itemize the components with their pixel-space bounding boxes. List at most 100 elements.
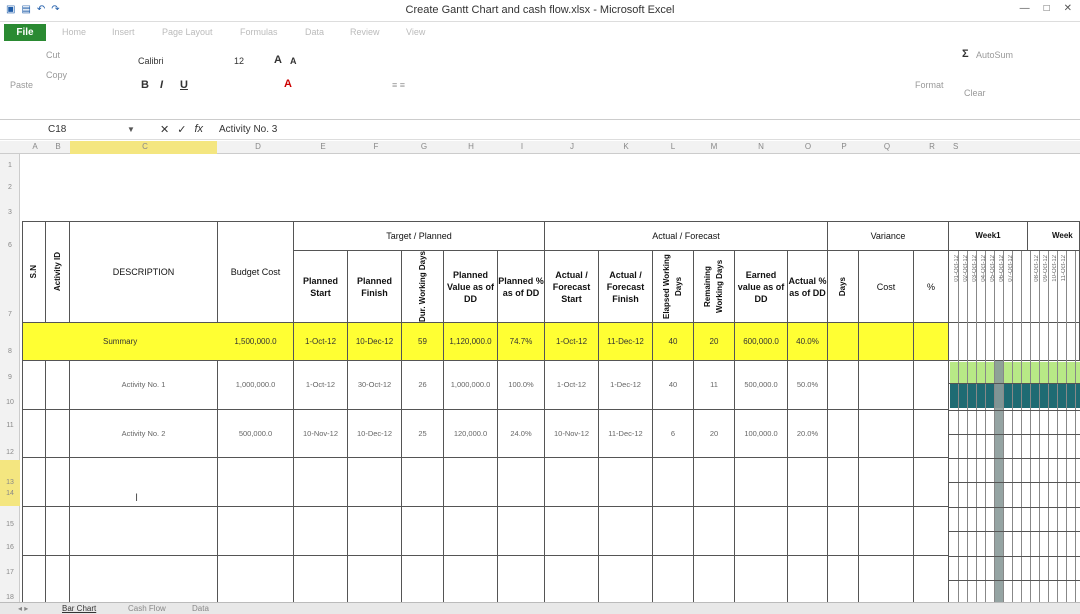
empty-cell[interactable] xyxy=(70,507,218,556)
summary-elapsed[interactable]: 40 xyxy=(653,323,694,361)
empty-cell[interactable] xyxy=(599,507,653,556)
act2-var-days[interactable] xyxy=(828,410,859,458)
empty-cell[interactable] xyxy=(735,507,788,556)
row-header-7[interactable]: 7 xyxy=(0,311,20,318)
empty-cell[interactable] xyxy=(402,507,444,556)
empty-cell[interactable] xyxy=(348,556,402,604)
cancel-icon[interactable]: ✕ xyxy=(160,123,169,136)
act2-remaining[interactable]: 20 xyxy=(694,410,735,458)
header-actual-finish[interactable]: Actual / Forecast Finish xyxy=(599,251,653,323)
tab-insert[interactable]: Insert xyxy=(112,27,135,37)
tab-file[interactable]: File xyxy=(4,24,46,41)
empty-cell[interactable] xyxy=(828,556,859,604)
act1-planned-value[interactable]: 1,000,000.0 xyxy=(444,361,498,410)
format-button[interactable]: Format xyxy=(915,80,944,90)
header-actual-start[interactable]: Actual / Forecast Start xyxy=(545,251,599,323)
empty-cell[interactable] xyxy=(694,458,735,507)
act2-actual-pct[interactable]: 20.0% xyxy=(788,410,828,458)
header-elapsed-days[interactable]: Elapsed Working Days xyxy=(653,251,694,323)
summary-gantt[interactable] xyxy=(949,323,1080,361)
col-header-j[interactable]: J xyxy=(562,142,582,151)
sheet-tab-cash-flow[interactable]: Cash Flow xyxy=(128,604,166,613)
empty-cell[interactable] xyxy=(402,556,444,604)
act2-planned-value[interactable]: 120,000.0 xyxy=(444,410,498,458)
act2-earned[interactable]: 100,000.0 xyxy=(735,410,788,458)
header-week-1[interactable]: Week1 xyxy=(949,222,1028,251)
empty-cell[interactable] xyxy=(294,507,348,556)
empty-cell[interactable] xyxy=(46,507,70,556)
header-variance[interactable]: Variance xyxy=(828,222,949,251)
act2-budget[interactable]: 500,000.0 xyxy=(218,410,294,458)
maximize-icon[interactable]: □ xyxy=(1044,3,1050,14)
minimize-icon[interactable]: — xyxy=(1020,3,1030,14)
summary-planned-start[interactable]: 1-Oct-12 xyxy=(294,323,348,361)
col-header-t-onward[interactable]: S xyxy=(953,142,1080,151)
col-header-b[interactable]: B xyxy=(53,142,63,151)
sheet-nav-icon[interactable]: ◂ ▸ xyxy=(18,604,28,613)
summary-planned-pct[interactable]: 74.7% xyxy=(498,323,545,361)
row-header-9[interactable]: 9 xyxy=(0,374,20,381)
act2-planned-pct[interactable]: 24.0% xyxy=(498,410,545,458)
bold-button[interactable]: B xyxy=(141,79,149,91)
col-header-k[interactable]: K xyxy=(616,142,636,151)
empty-cell[interactable] xyxy=(46,458,70,507)
empty-cell[interactable] xyxy=(914,556,949,604)
sheet-tab-data[interactable]: Data xyxy=(192,604,209,613)
empty-cell[interactable] xyxy=(545,507,599,556)
act1-planned-start[interactable]: 1-Oct-12 xyxy=(294,361,348,410)
empty-cell[interactable] xyxy=(914,458,949,507)
empty-cell[interactable] xyxy=(46,556,70,604)
summary-actual-start[interactable]: 1-Oct-12 xyxy=(545,323,599,361)
act1-actual-start[interactable]: 1-Oct-12 xyxy=(545,361,599,410)
act1-var-days[interactable] xyxy=(828,361,859,410)
act1-budget[interactable]: 1,000,000.0 xyxy=(218,361,294,410)
empty-cell[interactable] xyxy=(545,458,599,507)
act1-elapsed[interactable]: 40 xyxy=(653,361,694,410)
clear-button[interactable]: Clear xyxy=(964,88,986,98)
act2-planned-finish[interactable]: 10-Dec-12 xyxy=(348,410,402,458)
act1-var-pct[interactable] xyxy=(914,361,949,410)
underline-button[interactable]: U xyxy=(180,79,188,91)
act1-planned-pct[interactable]: 100.0% xyxy=(498,361,545,410)
summary-var-days[interactable] xyxy=(828,323,859,361)
empty-cell[interactable] xyxy=(859,507,914,556)
row-header-10[interactable]: 10 xyxy=(0,399,20,406)
autosum-button[interactable]: AutoSum xyxy=(976,50,1013,60)
header-actual-forecast[interactable]: Actual / Forecast xyxy=(545,222,828,251)
col-header-q[interactable]: Q xyxy=(877,142,897,151)
gantt-planned-bar[interactable] xyxy=(950,362,1080,383)
act1-desc[interactable]: Activity No. 1 xyxy=(70,361,218,410)
header-target-planned[interactable]: Target / Planned xyxy=(294,222,545,251)
empty-cell[interactable] xyxy=(70,556,218,604)
header-var-days[interactable]: Days xyxy=(828,251,859,323)
empty-cell[interactable] xyxy=(859,556,914,604)
act2-id[interactable] xyxy=(46,410,70,458)
act1-planned-finish[interactable]: 30-Oct-12 xyxy=(348,361,402,410)
sigma-icon[interactable]: Σ xyxy=(962,48,969,60)
font-size-select[interactable]: 12 xyxy=(234,56,244,66)
tab-view[interactable]: View xyxy=(406,27,425,37)
empty-cell[interactable] xyxy=(70,458,218,507)
empty-cell[interactable] xyxy=(599,556,653,604)
header-week-2[interactable]: Week xyxy=(1028,222,1080,251)
row-header-12[interactable]: 12 xyxy=(0,449,20,456)
empty-cell[interactable] xyxy=(859,458,914,507)
empty-cell[interactable] xyxy=(545,556,599,604)
summary-planned-value[interactable]: 1,120,000.0 xyxy=(444,323,498,361)
row-header-14[interactable]: 14 xyxy=(0,484,20,504)
row-header-11[interactable]: 11 xyxy=(0,422,20,429)
col-header-l[interactable]: L xyxy=(663,142,683,151)
empty-cell[interactable] xyxy=(788,458,828,507)
empty-cell[interactable] xyxy=(914,507,949,556)
summary-var-cost[interactable] xyxy=(859,323,914,361)
fx-icon[interactable]: fx xyxy=(194,123,203,136)
col-header-e[interactable]: E xyxy=(313,142,333,151)
row-header-3[interactable]: 3 xyxy=(0,209,20,216)
tab-home[interactable]: Home xyxy=(62,27,86,37)
summary-var-pct[interactable] xyxy=(914,323,949,361)
empty-cell[interactable] xyxy=(402,458,444,507)
act2-var-pct[interactable] xyxy=(914,410,949,458)
empty-cell[interactable] xyxy=(23,556,46,604)
col-header-g[interactable]: G xyxy=(414,142,434,151)
col-header-i[interactable]: I xyxy=(512,142,532,151)
